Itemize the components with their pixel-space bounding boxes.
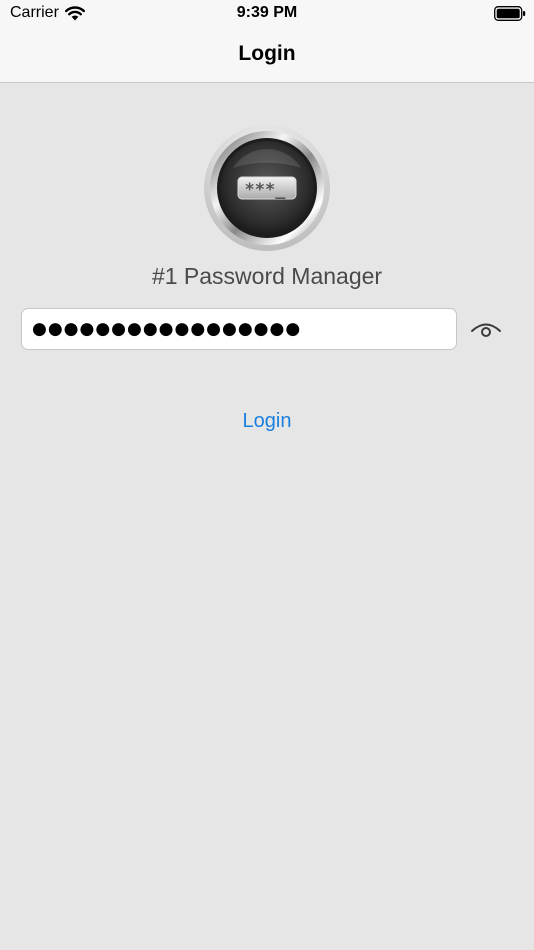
battery-full-icon	[494, 6, 526, 21]
logo-text: ***_	[245, 180, 287, 200]
login-button[interactable]: Login	[217, 404, 317, 438]
eye-icon[interactable]	[469, 316, 503, 342]
page-title: Login	[238, 42, 296, 65]
password-input[interactable]: ●●●●●●●●●●●●●●●●●	[21, 308, 457, 350]
password-manager-logo-icon: ***_	[204, 125, 330, 251]
status-time: 9:39 PM	[236, 4, 298, 21]
status-bar: Carrier 9:39 PM	[0, 0, 534, 28]
navigation-bar: Login	[0, 28, 534, 83]
app-subtitle: #1 Password Manager	[151, 263, 383, 289]
